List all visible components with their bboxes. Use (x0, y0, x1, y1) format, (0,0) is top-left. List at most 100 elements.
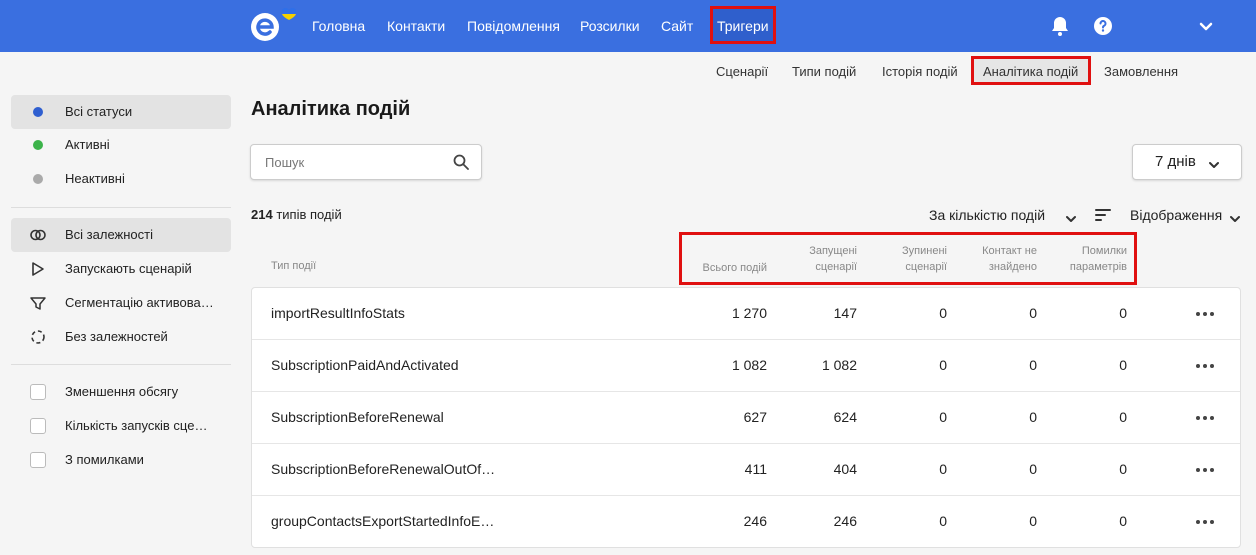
more-options-icon[interactable] (1196, 358, 1214, 372)
sidebar-divider (11, 364, 231, 365)
event-types-count: 214 типів подій (251, 207, 342, 222)
total-value: 1 082 (731, 357, 767, 373)
sort-order-icon[interactable] (1095, 208, 1111, 222)
count-text: типів подій (276, 207, 342, 222)
top-navbar: Головна Контакти Повідомлення Розсилки С… (0, 0, 1256, 52)
column-header-stopped[interactable]: Зупинені сценарії (857, 243, 947, 275)
sidebar-item-segmentation[interactable]: Сегментацію активова… (11, 286, 231, 320)
nav-item-triggers[interactable]: Тригери (717, 0, 769, 52)
sidebar-item-label: Всі залежності (65, 227, 153, 242)
column-header-launched[interactable]: Запущені сценарії (767, 243, 857, 275)
stopped-value: 0 (939, 409, 947, 425)
subtab-event-types[interactable]: Типи подій (792, 62, 856, 82)
unlink-icon (29, 328, 47, 346)
subtab-event-analytics[interactable]: Аналітика подій (983, 62, 1078, 82)
notfound-value: 0 (1029, 409, 1037, 425)
more-options-icon[interactable] (1196, 306, 1214, 320)
column-header-label: параметрів (1069, 261, 1127, 273)
period-label: 7 днів (1155, 153, 1196, 170)
filter-label: Зменшення обсягу (65, 384, 179, 399)
filter-label: З помилками (65, 452, 144, 467)
checkbox[interactable] (30, 384, 46, 400)
errors-value: 0 (1119, 357, 1127, 373)
subtab-event-history[interactable]: Історія подій (882, 62, 958, 82)
sidebar-item-active[interactable]: Активні (11, 128, 231, 162)
view-select[interactable]: Відображення (1130, 207, 1222, 223)
stopped-value: 0 (939, 305, 947, 321)
table-row[interactable]: SubscriptionPaidAndActivated 1 082 1 082… (252, 340, 1240, 392)
table-row[interactable]: SubscriptionBeforeRenewalOutOf… 411 404 … (252, 444, 1240, 496)
period-select[interactable]: 7 днів (1132, 144, 1242, 180)
notfound-value: 0 (1029, 357, 1037, 373)
launched-value: 624 (833, 409, 857, 425)
table-row[interactable]: SubscriptionBeforeRenewal 627 624 0 0 0 (252, 392, 1240, 444)
chevron-down-icon[interactable] (1230, 211, 1240, 222)
checkbox[interactable] (30, 452, 46, 468)
sidebar-item-label: Без залежностей (65, 329, 168, 344)
column-header-label: Помилки (1081, 245, 1127, 257)
chevron-down-icon[interactable] (1066, 211, 1076, 222)
help-icon[interactable] (1091, 14, 1115, 38)
table-row[interactable]: groupContactsExportStartedInfoE… 246 246… (252, 496, 1240, 548)
sidebar-item-launch-scenario[interactable]: Запускають сценарій (11, 252, 231, 286)
logo-icon[interactable] (250, 7, 298, 44)
more-options-icon[interactable] (1196, 514, 1214, 528)
notfound-value: 0 (1029, 305, 1037, 321)
search-icon[interactable] (453, 154, 469, 170)
sidebar-item-label: Активні (65, 137, 110, 152)
column-header-param-errors[interactable]: Помилки параметрів (1037, 243, 1127, 275)
link-icon (29, 226, 47, 244)
event-name[interactable]: SubscriptionPaidAndActivated (271, 340, 459, 390)
filter-with-errors[interactable]: З помилками (11, 443, 231, 477)
table-row[interactable]: importResultInfoStats 1 270 147 0 0 0 (252, 288, 1240, 340)
filter-reduced-volume[interactable]: Зменшення обсягу (11, 375, 231, 409)
total-value: 627 (743, 409, 767, 425)
sidebar-item-label: Всі статуси (65, 104, 133, 119)
bell-icon[interactable] (1048, 14, 1072, 38)
status-dot-icon (33, 174, 43, 184)
launched-value: 147 (833, 305, 857, 321)
sidebar-item-inactive[interactable]: Неактивні (11, 162, 231, 196)
event-name[interactable]: SubscriptionBeforeRenewal (271, 392, 444, 442)
launched-value: 1 082 (821, 357, 857, 373)
sidebar-item-label: Запускають сценарій (65, 261, 192, 276)
notfound-value: 0 (1029, 461, 1037, 477)
sidebar-item-label: Неактивні (65, 171, 125, 186)
subtab-scenarios[interactable]: Сценарії (716, 62, 768, 82)
nav-item-site[interactable]: Сайт (661, 0, 693, 52)
errors-value: 0 (1119, 305, 1127, 321)
count-number: 214 (251, 207, 273, 222)
sidebar-divider (11, 207, 231, 208)
sidebar-item-all-statuses[interactable]: Всі статуси (11, 95, 231, 129)
event-name[interactable]: groupContactsExportStartedInfoE… (271, 496, 494, 546)
sidebar-item-label: Сегментацію активова… (65, 295, 214, 310)
filter-icon (29, 294, 47, 312)
column-header-label: Запущені (809, 245, 857, 257)
total-value: 246 (743, 513, 767, 529)
event-name[interactable]: importResultInfoStats (271, 288, 405, 338)
stopped-value: 0 (939, 357, 947, 373)
column-header-contact-not-found[interactable]: Контакт не знайдено (947, 243, 1037, 275)
nav-item-messages[interactable]: Повідомлення (467, 0, 560, 52)
search-box (250, 144, 482, 180)
subtab-orders[interactable]: Замовлення (1104, 62, 1178, 82)
more-options-icon[interactable] (1196, 462, 1214, 476)
notfound-value: 0 (1029, 513, 1037, 529)
column-header-total[interactable]: Всього подій (667, 260, 767, 276)
chevron-down-icon[interactable] (1194, 14, 1218, 38)
sort-select[interactable]: За кількістю подій (929, 207, 1045, 223)
more-options-icon[interactable] (1196, 410, 1214, 424)
column-header-event-type[interactable]: Тип події (271, 260, 316, 272)
stopped-value: 0 (939, 513, 947, 529)
nav-item-home[interactable]: Головна (312, 0, 365, 52)
checkbox[interactable] (30, 418, 46, 434)
filter-launch-count[interactable]: Кількість запусків сце… (11, 409, 231, 443)
sidebar-item-all-dependencies[interactable]: Всі залежності (11, 218, 231, 252)
page-title: Аналітика подій (251, 98, 411, 120)
nav-item-contacts[interactable]: Контакти (387, 0, 445, 52)
play-icon (29, 260, 47, 278)
nav-item-campaigns[interactable]: Розсилки (580, 0, 640, 52)
sidebar-item-no-dependencies[interactable]: Без залежностей (11, 320, 231, 354)
event-name[interactable]: SubscriptionBeforeRenewalOutOf… (271, 444, 495, 494)
search-input[interactable] (251, 145, 446, 179)
